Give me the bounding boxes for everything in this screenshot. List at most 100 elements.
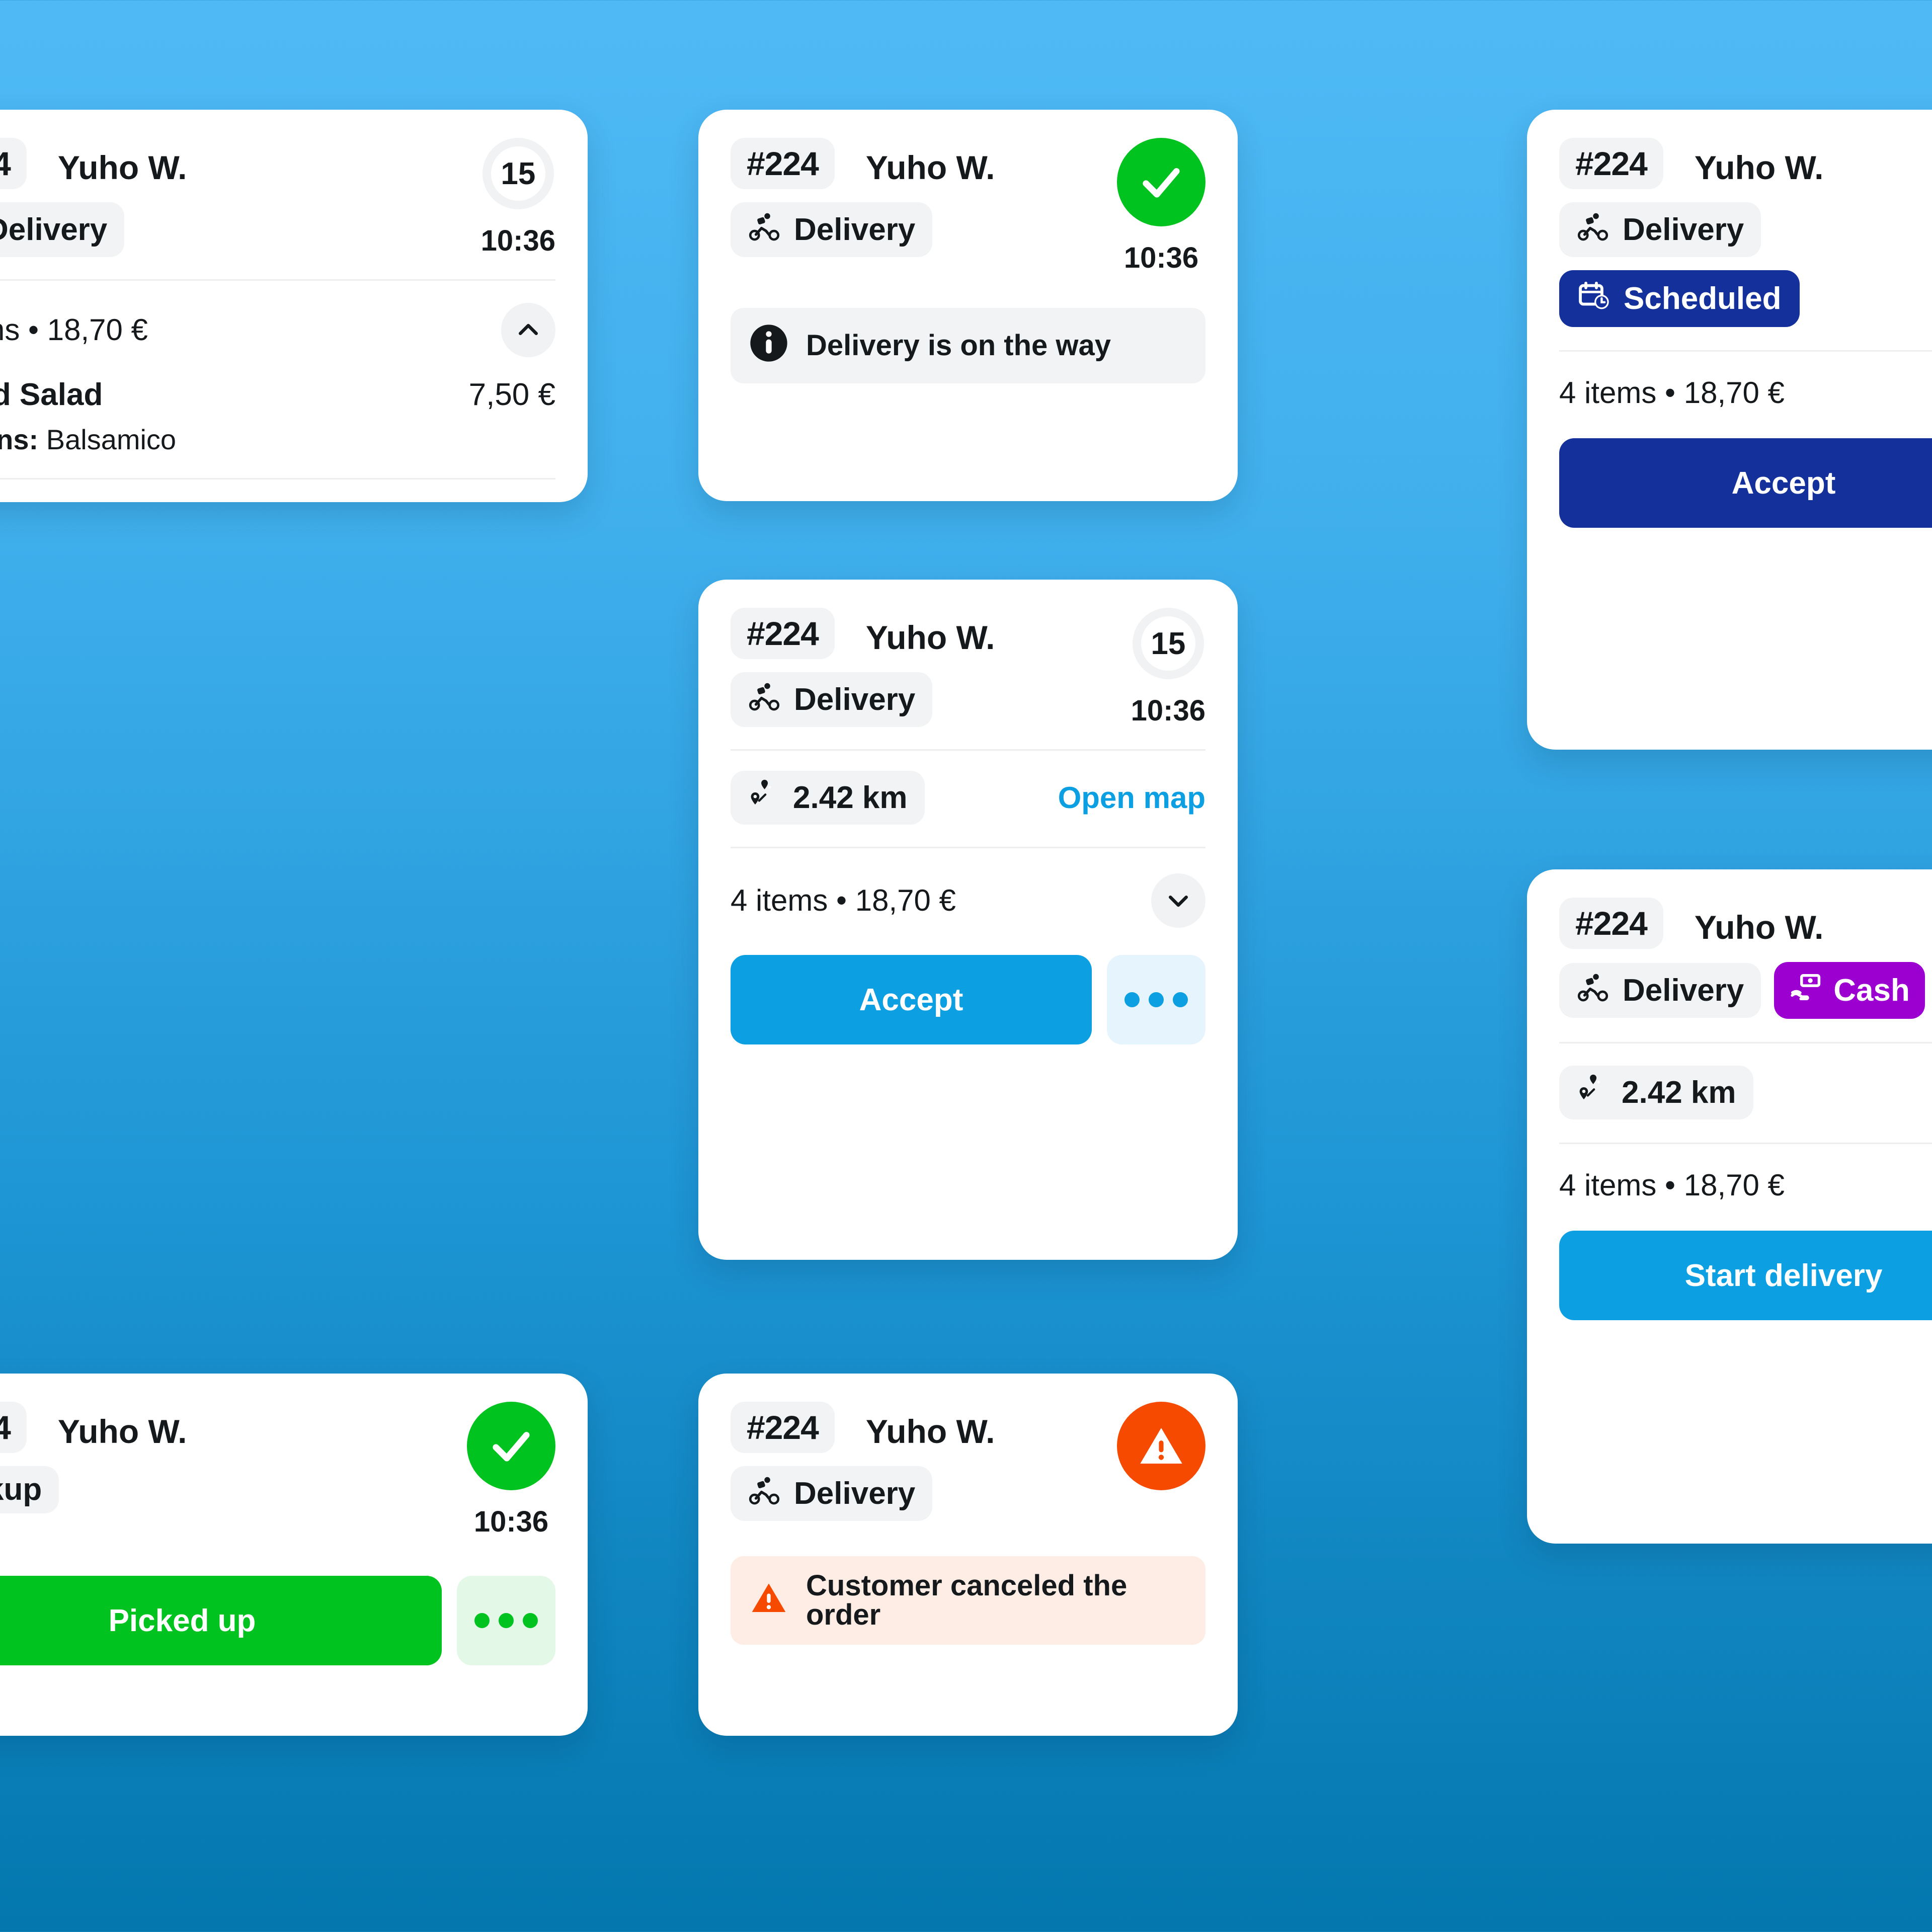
order-time: 10:36 bbox=[473, 1505, 549, 1538]
customer-name: Yuho W. bbox=[865, 149, 995, 186]
start-delivery-button[interactable]: Start delivery bbox=[1559, 1231, 1932, 1320]
check-circle-icon bbox=[1117, 138, 1205, 226]
more-dot-icon bbox=[474, 1613, 490, 1628]
status-column: 10:36 bbox=[467, 1402, 555, 1537]
cyclist-icon bbox=[1576, 210, 1609, 249]
item-name: Mixed Salad bbox=[0, 377, 103, 412]
open-map-link[interactable]: Open map bbox=[1058, 782, 1205, 813]
cyclist-icon bbox=[748, 680, 781, 719]
order-summary: 4 items • 18,70 € bbox=[0, 313, 148, 347]
order-type-chip: Pickup bbox=[0, 1466, 59, 1513]
warning-circle-icon bbox=[1117, 1402, 1205, 1490]
order-card-start-delivery[interactable]: #224 Yuho W. Delivery Cash 2.42 km 4 ite… bbox=[1527, 869, 1932, 1544]
divider bbox=[1559, 1143, 1932, 1144]
order-type-chip: Delivery bbox=[0, 202, 125, 257]
order-type-label: Delivery bbox=[794, 1476, 916, 1511]
order-type-label: Delivery bbox=[794, 682, 916, 717]
order-time: 10:36 bbox=[1131, 694, 1205, 727]
status-notice: Delivery is on the way bbox=[731, 308, 1205, 383]
order-type-label: Delivery bbox=[1623, 212, 1744, 247]
order-item: Mixed Salad 7,50 € Options: Balsamico bbox=[0, 357, 555, 478]
more-dot-icon bbox=[499, 1613, 514, 1628]
calendar-clock-icon bbox=[1577, 279, 1611, 318]
status-notice-text: Customer canceled the order bbox=[806, 1569, 1128, 1631]
order-number-chip: #224 bbox=[1559, 138, 1663, 189]
customer-name: Yuho W. bbox=[57, 1413, 187, 1450]
cyclist-icon bbox=[748, 1474, 781, 1513]
divider bbox=[731, 847, 1205, 848]
customer-name: Yuho W. bbox=[1694, 149, 1824, 186]
more-options-button[interactable] bbox=[1107, 955, 1205, 1044]
scheduled-badge: Scheduled bbox=[1559, 270, 1800, 327]
status-notice: Customer canceled the order bbox=[731, 1556, 1205, 1645]
order-card-enroute[interactable]: #224 Yuho W. Delivery 10:36 Delivery is … bbox=[698, 110, 1238, 501]
check-circle-icon bbox=[467, 1402, 555, 1490]
more-dot-icon bbox=[1149, 992, 1164, 1007]
more-dot-icon bbox=[523, 1613, 538, 1628]
order-card-accept[interactable]: #224 Yuho W. Delivery 15 10:36 2.42 km O… bbox=[698, 580, 1238, 1260]
accept-button[interactable]: Accept bbox=[731, 955, 1092, 1044]
status-column: 15 10:36 bbox=[1131, 608, 1205, 726]
order-card-scheduled[interactable]: #224 Yuho W. Delivery Scheduled 4 items … bbox=[1527, 110, 1932, 750]
order-type-chip: Delivery bbox=[731, 1466, 933, 1521]
distance-chip: 2.42 km bbox=[1559, 1066, 1753, 1119]
item-option: Options: Balsamico bbox=[0, 424, 555, 456]
order-type-chip: Delivery bbox=[731, 672, 933, 727]
route-pins-icon bbox=[1576, 1074, 1608, 1111]
customer-name: Yuho W. bbox=[865, 619, 995, 656]
customer-name: Yuho W. bbox=[865, 1413, 995, 1450]
order-card-expanded[interactable]: #224 Yuho W. Delivery 15 10:36 4 items •… bbox=[0, 110, 588, 502]
distance-label: 2.42 km bbox=[1622, 1075, 1736, 1110]
order-type-label: Delivery bbox=[794, 212, 916, 247]
status-column bbox=[1117, 1402, 1205, 1490]
more-options-button[interactable] bbox=[457, 1576, 555, 1665]
status-notice-text: Delivery is on the way bbox=[806, 329, 1111, 362]
order-card-canceled[interactable]: #224 Yuho W. Delivery Customer canceled … bbox=[698, 1374, 1238, 1736]
order-number-chip: #224 bbox=[731, 138, 835, 189]
cyclist-icon bbox=[748, 210, 781, 249]
item-option-label: Options: bbox=[0, 424, 39, 455]
order-type-chip: Delivery bbox=[1559, 202, 1761, 257]
order-number-chip: #224 bbox=[731, 608, 835, 659]
order-type-label: Delivery bbox=[1623, 973, 1744, 1008]
item-option-value: Balsamico bbox=[46, 424, 177, 455]
cyclist-icon bbox=[1576, 971, 1609, 1010]
order-number-chip: #224 bbox=[731, 1402, 835, 1453]
order-number-chip: #224 bbox=[0, 1402, 27, 1453]
order-number-chip: #224 bbox=[0, 138, 27, 189]
info-icon bbox=[749, 323, 789, 368]
timer-badge: 15 bbox=[482, 138, 554, 209]
chevron-up-icon[interactable] bbox=[501, 303, 555, 357]
cash-hand-icon bbox=[1789, 971, 1822, 1010]
distance-label: 2.42 km bbox=[793, 780, 908, 815]
status-column: 15 10:36 bbox=[481, 138, 555, 256]
scheduled-label: Scheduled bbox=[1624, 281, 1782, 316]
order-time: 10:36 bbox=[1123, 242, 1199, 274]
distance-chip: 2.42 km bbox=[731, 771, 925, 825]
timer-badge: 15 bbox=[1132, 608, 1204, 679]
order-time: 10:36 bbox=[480, 224, 555, 257]
customer-name: Yuho W. bbox=[1694, 909, 1824, 946]
more-dot-icon bbox=[1173, 992, 1188, 1007]
payment-method-badge: Cash bbox=[1774, 962, 1925, 1019]
order-type-label: Pickup bbox=[0, 1472, 42, 1507]
order-type-chip: Delivery bbox=[731, 202, 933, 257]
more-dot-icon bbox=[1124, 992, 1140, 1007]
route-pins-icon bbox=[748, 779, 780, 817]
order-item: Tuna Salad 9,00 € Options: Balsamico Dre… bbox=[0, 479, 555, 502]
order-number-chip: #224 bbox=[1559, 898, 1663, 949]
order-summary: 4 items • 18,70 € bbox=[731, 883, 956, 917]
warning-triangle-icon bbox=[749, 1578, 789, 1623]
order-card-pickup-done[interactable]: #224 Yuho W. Pickup 10:36 Picked up bbox=[0, 1374, 588, 1736]
chevron-down-icon[interactable] bbox=[1151, 873, 1205, 928]
item-price: 7,50 € bbox=[468, 377, 555, 412]
status-column: 10:36 bbox=[1117, 138, 1205, 273]
payment-method-label: Cash bbox=[1833, 973, 1910, 1008]
picked-up-button[interactable]: Picked up bbox=[0, 1576, 442, 1665]
order-summary: 4 items • 18,70 € bbox=[1559, 1168, 1785, 1202]
customer-name: Yuho W. bbox=[57, 149, 187, 186]
order-type-label: Delivery bbox=[0, 212, 108, 247]
order-summary: 4 items • 18,70 € bbox=[1559, 376, 1785, 410]
accept-button[interactable]: Accept bbox=[1559, 438, 1932, 528]
order-type-chip: Delivery bbox=[1559, 963, 1761, 1018]
